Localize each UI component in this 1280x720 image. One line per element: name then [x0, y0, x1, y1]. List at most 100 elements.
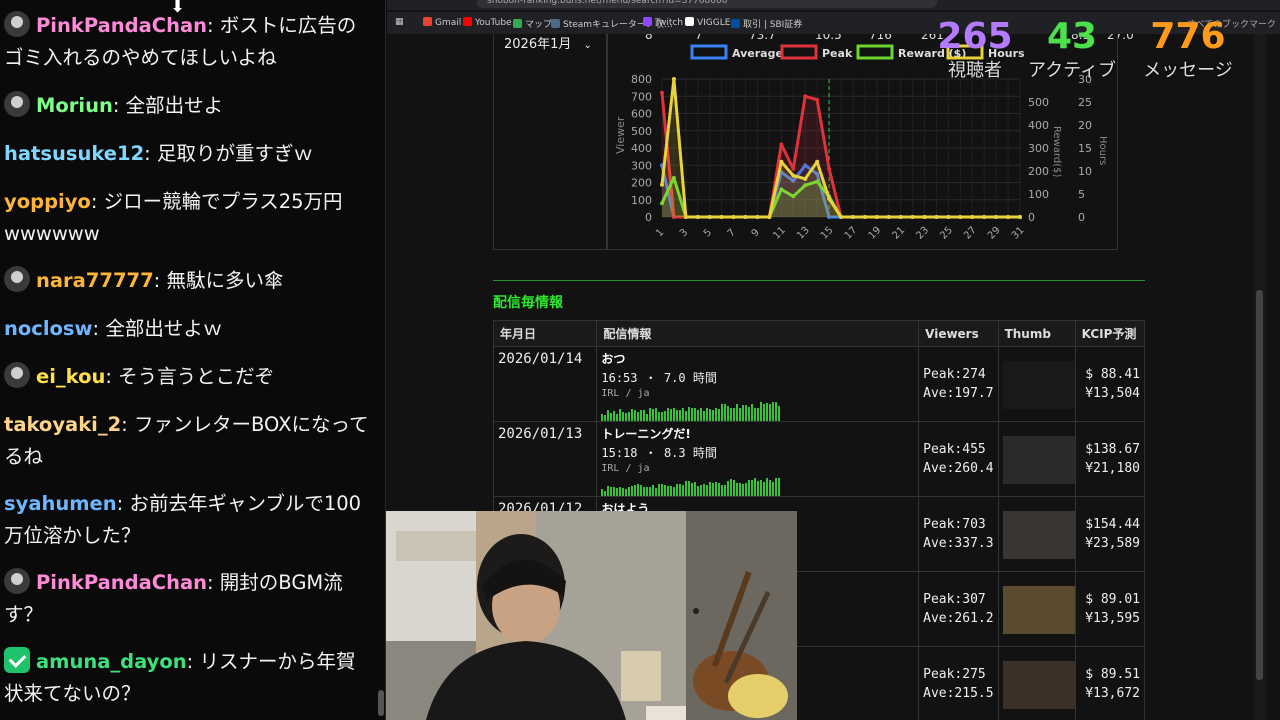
- avatar: [4, 362, 30, 388]
- sparkline-bar: [691, 483, 694, 496]
- y-tick-label: 700: [631, 90, 652, 103]
- chat-username[interactable]: PinkPandaChan: [36, 14, 207, 37]
- data-point: [970, 215, 975, 219]
- stream-thumbnail[interactable]: [1002, 661, 1075, 709]
- sparkline-bar: [673, 408, 676, 421]
- stream-thumbnail[interactable]: [1002, 361, 1075, 409]
- sparkline-bar: [712, 410, 715, 421]
- cell-kcip: $154.44 ¥23,589: [1074, 496, 1146, 572]
- stream-date: 2026/01/14: [498, 351, 583, 367]
- scroll-thumb[interactable]: [1256, 290, 1263, 680]
- bookmark-label: マップ: [525, 20, 553, 30]
- chat-message: amuna_dayon: リスナーから年賀状来てないの？: [4, 646, 374, 710]
- sparkline-bar: [628, 412, 631, 421]
- bookmark-sbi[interactable]: 取引 | SBI証券: [731, 17, 802, 30]
- sparkline-bar: [724, 485, 727, 496]
- sparkline-bar: [736, 404, 739, 421]
- x-tick-label: 15: [819, 225, 836, 242]
- y-tick-label: 100: [631, 194, 652, 207]
- chat-message: hatsusuke12: 足取りが重すぎｗ: [4, 138, 374, 170]
- bookmark-label: Twitch: [655, 18, 684, 28]
- sparkline-bar: [625, 413, 628, 421]
- bookmark-viggle[interactable]: VIGGLE: [685, 17, 730, 28]
- cell-viewers: Peak:307 Ave:261.2: [918, 571, 999, 647]
- sparkline-bar: [748, 407, 751, 421]
- stat-label: メッセージ: [1143, 60, 1233, 81]
- chat-username[interactable]: ei_kou: [36, 365, 105, 388]
- sparkline-bar: [685, 411, 688, 421]
- apps-grid-icon[interactable]: ▦: [395, 17, 404, 27]
- chat-separator: :: [121, 413, 134, 436]
- data-point: [779, 159, 784, 164]
- sparkline-bar: [757, 481, 760, 496]
- y3-tick-label: 5: [1078, 188, 1085, 201]
- chat-username[interactable]: takoyaki_2: [4, 413, 121, 436]
- y2-tick-label: 200: [1028, 165, 1049, 178]
- sparkline-bar: [766, 403, 769, 421]
- col-date[interactable]: 年月日: [492, 320, 598, 347]
- chat-text: 全部出せよｗ: [105, 317, 223, 340]
- x-tick-label: 3: [678, 227, 690, 239]
- y-tick-label: 800: [631, 73, 652, 86]
- chat-username[interactable]: yoppiyo: [4, 190, 91, 213]
- chat-username[interactable]: syahumen: [4, 492, 117, 515]
- bookmark-gmail[interactable]: Gmail: [423, 17, 461, 28]
- data-point: [683, 215, 688, 219]
- col-info[interactable]: 配信情報: [596, 320, 920, 347]
- avatar: [4, 266, 30, 292]
- col-viewers[interactable]: Viewers: [918, 320, 999, 347]
- chat-username[interactable]: nara77777: [36, 269, 154, 292]
- data-point: [958, 215, 963, 219]
- page-scrollbar[interactable]: [1254, 34, 1266, 720]
- stat-value: 265: [937, 16, 1013, 57]
- chat-username[interactable]: PinkPandaChan: [36, 571, 207, 594]
- sparkline-bar: [613, 411, 616, 421]
- sparkline-bar: [715, 408, 718, 421]
- kcip-jpy: ¥13,504: [1085, 386, 1140, 401]
- month-select[interactable]: 2026年1月 ⌄: [504, 34, 592, 52]
- sparkline-bar: [640, 410, 643, 421]
- chat-username[interactable]: Moriun: [36, 94, 113, 117]
- avg-viewers: Ave:260.4: [923, 461, 994, 476]
- stream-thumbnail[interactable]: [1002, 511, 1075, 559]
- col-kcip[interactable]: KCIP予測: [1074, 320, 1146, 347]
- data-point: [862, 215, 867, 219]
- stream-title[interactable]: トレーニングだ!: [597, 422, 918, 442]
- gmail-icon: [423, 17, 432, 26]
- stream-title[interactable]: おつ: [597, 347, 918, 367]
- data-point: [791, 173, 796, 178]
- chat-panel: ⬇ PinkPandaChan: ボストに広告のゴミ入れるのやめてほしいよね Mo…: [0, 0, 386, 720]
- chat-username[interactable]: hatsusuke12: [4, 142, 144, 165]
- cell-thumb: [997, 646, 1076, 720]
- data-point: [731, 215, 736, 219]
- legend-swatch: [856, 44, 894, 60]
- cell-info: トレーニングだ! 15:18 ・ 8.3 時間 IRL / ja: [596, 421, 920, 497]
- y-tick-label: 500: [631, 125, 652, 138]
- chat-scrollbar[interactable]: [378, 690, 384, 716]
- stat-label: 視聴者: [948, 60, 1002, 81]
- steam-icon: [551, 19, 560, 28]
- bookmark-maps[interactable]: マップ: [513, 17, 552, 30]
- viewer-sparkline: [601, 401, 914, 421]
- chat-separator: :: [207, 14, 220, 37]
- address-bar[interactable]: shobon-ranking.buns.net/menu/search?id=3…: [477, 0, 937, 8]
- chat-username[interactable]: noclosw: [4, 317, 93, 340]
- stream-thumbnail[interactable]: [1002, 436, 1075, 484]
- cell-viewers: Peak:455 Ave:260.4: [918, 421, 999, 497]
- table-row[interactable]: 2026/01/13 トレーニングだ! 15:18 ・ 8.3 時間 IRL / ja…: [492, 421, 1146, 497]
- bookmark-youtube[interactable]: YouTube: [463, 17, 512, 28]
- table-row[interactable]: 2026/01/14 おつ 16:53 ・ 7.0 時間 IRL / ja Peak:2…: [492, 346, 1146, 422]
- stream-thumbnail[interactable]: [1002, 586, 1075, 634]
- bookmark-twitch[interactable]: Twitch: [643, 17, 683, 28]
- sparkline-bar: [610, 413, 613, 421]
- twitch-icon: [643, 17, 652, 26]
- legend-swatch: [780, 44, 818, 60]
- col-thumb[interactable]: Thumb: [997, 320, 1076, 347]
- cell-date: 2026/01/13: [492, 421, 598, 497]
- avg-viewers: Ave:261.2: [923, 611, 994, 626]
- chat-username[interactable]: amuna_dayon: [36, 650, 187, 673]
- sparkline-bar: [634, 485, 637, 496]
- data-point: [815, 159, 820, 164]
- legend-label: Average: [732, 47, 783, 60]
- kcip-jpy: ¥13,595: [1085, 611, 1140, 626]
